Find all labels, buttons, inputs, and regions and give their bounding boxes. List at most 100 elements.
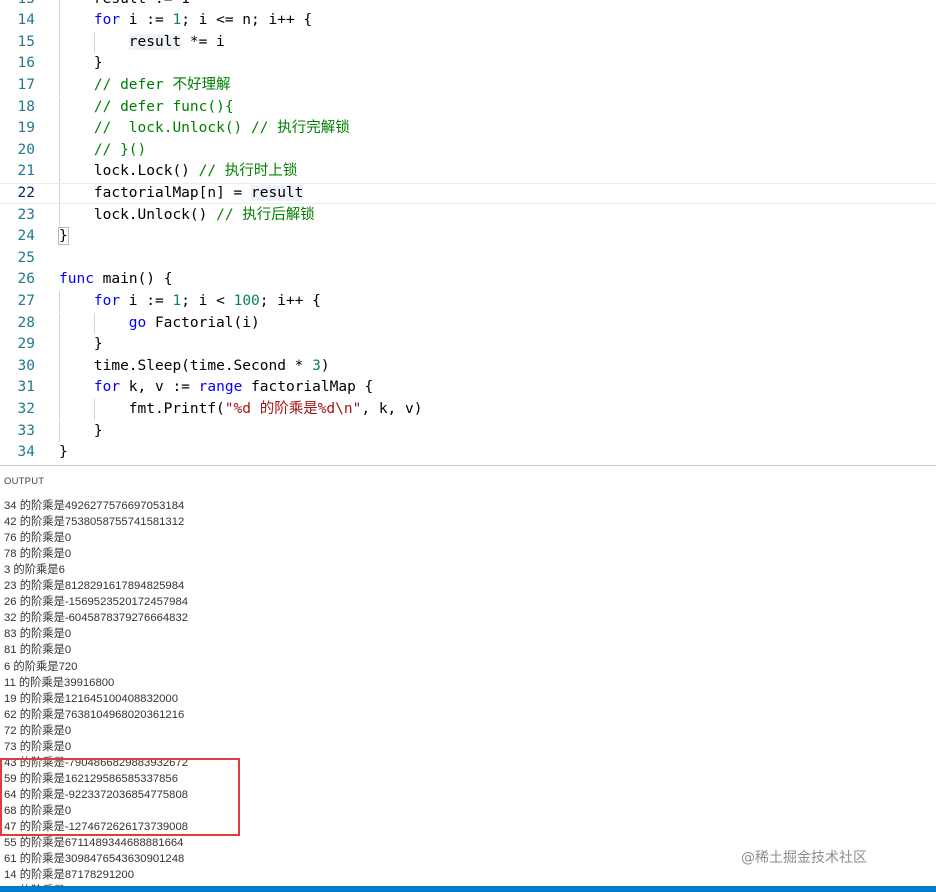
code-token: for (93, 379, 121, 396)
code-line[interactable]: 29} (0, 334, 936, 356)
code-line[interactable]: 13 result := 1 (0, 0, 936, 11)
code-token: "%d 的阶乘是%d\n" (224, 400, 362, 417)
code-line[interactable]: 33} (0, 420, 936, 443)
indent-guide (59, 0, 60, 11)
indent-guide (59, 31, 60, 54)
code-line[interactable]: 24} (0, 226, 936, 248)
code-token: ; i <= n; i++ { (181, 12, 313, 29)
code-token: // }() (93, 141, 147, 158)
code-text: func main() { (59, 269, 173, 291)
output-line: 3 的阶乘是6 (4, 564, 65, 577)
code-text: } (59, 442, 68, 464)
code-line[interactable]: 30 time.Sleep(time.Second * 3) (0, 355, 936, 378)
line-number: 17 (17, 76, 35, 93)
code-text: // defer func(){ (94, 97, 234, 119)
code-text: time.Sleep(time.Second * 3) (94, 356, 330, 378)
indent-guide (59, 204, 60, 227)
code-editor[interactable]: 13result := 114for i := 1; i <= n; i++ {… (0, 0, 936, 465)
code-token: } (93, 336, 103, 353)
output-line: 32 的阶乘是-6045878379276664832 (4, 612, 189, 625)
code-token: result (128, 33, 182, 50)
code-line[interactable]: 32 fmt.Printf("%d 的阶乘是%d\n", k, v) (0, 398, 936, 421)
output-line: 23 的阶乘是8128291617894825984 (4, 580, 185, 593)
output-line: 42 的阶乘是7538058755741581312 (4, 516, 185, 529)
code-text: lock.Lock() // 执行时上锁 (94, 161, 297, 183)
code-token: main() { (93, 271, 173, 288)
line-number: 28 (17, 314, 35, 331)
code-token: // 执行时上锁 (198, 163, 298, 180)
output-line: 72 的阶乘是0 (4, 724, 72, 737)
code-line[interactable]: 15 result *= i (0, 31, 936, 54)
line-number: 22 (17, 184, 35, 201)
line-number: 29 (17, 336, 35, 353)
code-line[interactable]: 19 // lock.Unlock() // 执行完解锁 (0, 118, 936, 140)
code-token: for (93, 12, 121, 29)
line-number: 16 (17, 55, 35, 72)
code-line[interactable]: 20 // }() (0, 139, 936, 162)
code-line[interactable]: 31 for k, v := range factorialMap { (0, 377, 936, 399)
highlight-box (0, 758, 240, 836)
line-number: 33 (17, 422, 35, 439)
code-token: result := 1 (94, 0, 190, 7)
code-token: factorialMap { (242, 379, 374, 396)
code-line[interactable]: 34} (0, 442, 936, 464)
code-line[interactable]: 17 // defer 不好理解 (0, 74, 936, 97)
code-text: } (94, 334, 103, 356)
output-line: 73 的阶乘是0 (4, 740, 72, 753)
line-number: 21 (17, 163, 35, 180)
panel-title[interactable]: OUTPUT (4, 476, 44, 487)
indent-guide (59, 377, 60, 399)
code-text: } (94, 53, 103, 75)
code-token: k, v := (120, 379, 199, 396)
code-line[interactable]: 18 // defer func(){ (0, 96, 936, 119)
code-token: result (251, 184, 304, 201)
output-line: 81 的阶乘是0 (4, 644, 72, 657)
line-number: 25 (17, 249, 35, 266)
output-line: 6 的阶乘是720 (4, 660, 78, 673)
code-line[interactable]: 27 for i := 1; i < 100; i++ { (0, 290, 936, 313)
code-text: for i := 1; i <= n; i++ { (94, 10, 312, 32)
status-bar (0, 886, 936, 892)
code-token: time.Sleep(time.Second * (93, 357, 313, 374)
output-panel[interactable]: OUTPUT 34 的阶乘是4926277576697053184 42 的阶乘是… (0, 465, 936, 892)
indent-guide (59, 355, 60, 378)
indent-guide (59, 290, 60, 313)
code-line[interactable]: 25 (0, 248, 936, 270)
indent-guide (59, 312, 60, 335)
line-number: 13 (0, 0, 35, 10)
code-token: ; i++ { (259, 292, 321, 309)
code-token: 100 (233, 292, 260, 309)
code-token: , k, v) (361, 400, 423, 417)
indent-guide (59, 74, 60, 97)
code-text: factorialMap[n] = result (94, 184, 304, 204)
code-token: 3 (312, 357, 321, 374)
code-text: for k, v := range factorialMap { (94, 377, 373, 399)
code-token: factorialMap[n] = (93, 184, 252, 201)
code-token: *= i (181, 33, 225, 50)
code-token: func (59, 271, 94, 288)
line-number: 23 (17, 206, 35, 223)
code-token: for (93, 292, 121, 309)
code-line[interactable]: 23 lock.Unlock() // 执行后解锁 (0, 204, 936, 227)
code-token: // defer 不好理解 (93, 76, 231, 93)
code-text: // lock.Unlock() // 执行完解锁 (94, 118, 350, 140)
indent-guide (93, 398, 95, 421)
code-token: } (93, 422, 103, 439)
code-text: go Factorial(i) (129, 313, 260, 335)
code-token: 1 (172, 292, 182, 309)
code-line[interactable]: 26 func main() { (0, 269, 936, 291)
code-token: go (128, 314, 147, 331)
code-line[interactable]: 21 lock.Lock() // 执行时上锁 (0, 161, 936, 183)
code-line[interactable]: 14 for i := 1; i <= n; i++ { (0, 10, 936, 32)
code-token: Factorial(i) (146, 314, 260, 331)
code-line[interactable]: 28 go Factorial(i) (0, 312, 936, 335)
code-line[interactable]: 22 factorialMap[n] = result (0, 182, 936, 206)
code-token: // defer func(){ (93, 98, 234, 115)
output-line: 78 的阶乘是0 (4, 548, 72, 561)
code-text: result *= i (128, 32, 225, 54)
line-number: 14 (17, 12, 35, 29)
indent-guide (59, 10, 60, 32)
line-number: 26 (17, 271, 35, 288)
code-token: 1 (172, 12, 182, 29)
code-line[interactable]: 16} (0, 53, 936, 75)
